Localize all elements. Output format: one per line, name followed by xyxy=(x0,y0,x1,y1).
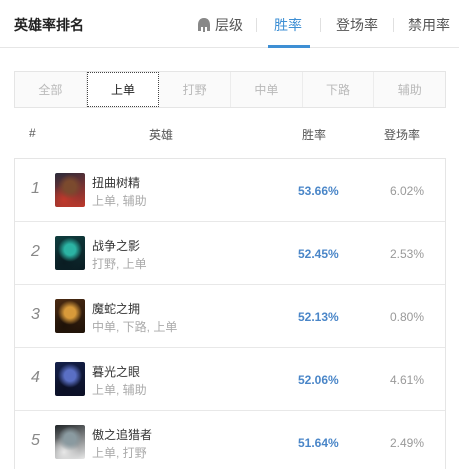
hero-name[interactable]: 魔蛇之拥 xyxy=(92,300,140,317)
helmet-icon xyxy=(198,18,210,32)
table-row[interactable]: 3 魔蛇之拥 中单, 下路, 上单 52.13% 0.80% xyxy=(15,285,445,348)
hero-pickrate: 6.02% xyxy=(390,184,425,198)
tab-banrate[interactable]: 禁用率 xyxy=(408,15,450,35)
lane-tab-top[interactable]: 上单 xyxy=(86,72,160,107)
hero-pickrate: 2.53% xyxy=(390,247,425,261)
rank-number: 3 xyxy=(31,306,40,323)
hero-avatar xyxy=(55,299,85,333)
column-header-pickrate[interactable]: 登场率 xyxy=(384,126,420,143)
rank-number: 1 xyxy=(31,180,40,197)
hero-avatar xyxy=(55,173,85,207)
hero-table: 1 扭曲树精 上单, 辅助 53.66% 6.02% 2 战争之影 打野, 上单… xyxy=(14,158,446,469)
column-header-rank: # xyxy=(29,126,36,140)
tab-tier-label: 层级 xyxy=(215,17,243,33)
hero-avatar xyxy=(55,362,85,396)
hero-winrate: 52.45% xyxy=(298,247,339,261)
hero-winrate: 52.13% xyxy=(298,310,339,324)
table-row[interactable]: 4 暮光之眼 上单, 辅助 52.06% 4.61% xyxy=(15,348,445,411)
hero-pickrate: 4.61% xyxy=(390,373,425,387)
hero-winrate: 51.64% xyxy=(298,436,339,450)
tab-divider xyxy=(393,18,394,32)
lane-tab-bot[interactable]: 下路 xyxy=(303,72,375,107)
lane-tab-support[interactable]: 辅助 xyxy=(374,72,445,107)
hero-name[interactable]: 暮光之眼 xyxy=(92,363,140,380)
hero-pickrate: 2.49% xyxy=(390,436,425,450)
tab-winrate[interactable]: 胜率 xyxy=(274,15,302,35)
hero-winrate: 52.06% xyxy=(298,373,339,387)
tab-divider xyxy=(256,18,257,32)
rank-number: 4 xyxy=(31,369,40,386)
hero-positions: 上单, 辅助 xyxy=(92,383,147,397)
lane-tab-all[interactable]: 全部 xyxy=(15,72,87,107)
lane-tab-jungle[interactable]: 打野 xyxy=(159,72,232,107)
hero-positions: 上单, 辅助 xyxy=(92,194,147,208)
table-row[interactable]: 1 扭曲树精 上单, 辅助 53.66% 6.02% xyxy=(15,159,445,222)
hero-positions: 打野, 上单 xyxy=(92,257,147,271)
hero-winrate: 53.66% xyxy=(298,184,339,198)
hero-positions: 中单, 下路, 上单 xyxy=(92,320,178,334)
lane-filter: 全部 上单 打野 中单 下路 辅助 xyxy=(14,71,446,108)
column-header-winrate[interactable]: 胜率 xyxy=(302,126,326,143)
tab-divider xyxy=(320,18,321,32)
tab-pickrate[interactable]: 登场率 xyxy=(336,15,378,35)
hero-avatar xyxy=(55,425,85,459)
hero-pickrate: 0.80% xyxy=(390,310,425,324)
page-title: 英雄率排名 xyxy=(14,17,84,33)
rank-number: 2 xyxy=(31,243,40,260)
column-header-hero: 英雄 xyxy=(149,128,174,142)
hero-name[interactable]: 傲之追猎者 xyxy=(92,426,152,443)
hero-name[interactable]: 扭曲树精 xyxy=(92,174,140,191)
rank-number: 5 xyxy=(31,432,40,449)
lane-tab-mid[interactable]: 中单 xyxy=(231,72,303,107)
table-row[interactable]: 5 傲之追猎者 上单, 打野 51.64% 2.49% xyxy=(15,411,445,469)
hero-positions: 上单, 打野 xyxy=(92,446,147,460)
hero-avatar xyxy=(55,236,85,270)
tab-tier[interactable]: 层级 xyxy=(197,15,243,35)
hero-name[interactable]: 战争之影 xyxy=(92,237,140,254)
header: 英雄率排名 层级 胜率 登场率 禁用率 xyxy=(0,0,459,48)
active-tab-indicator xyxy=(268,45,310,48)
table-row[interactable]: 2 战争之影 打野, 上单 52.45% 2.53% xyxy=(15,222,445,285)
